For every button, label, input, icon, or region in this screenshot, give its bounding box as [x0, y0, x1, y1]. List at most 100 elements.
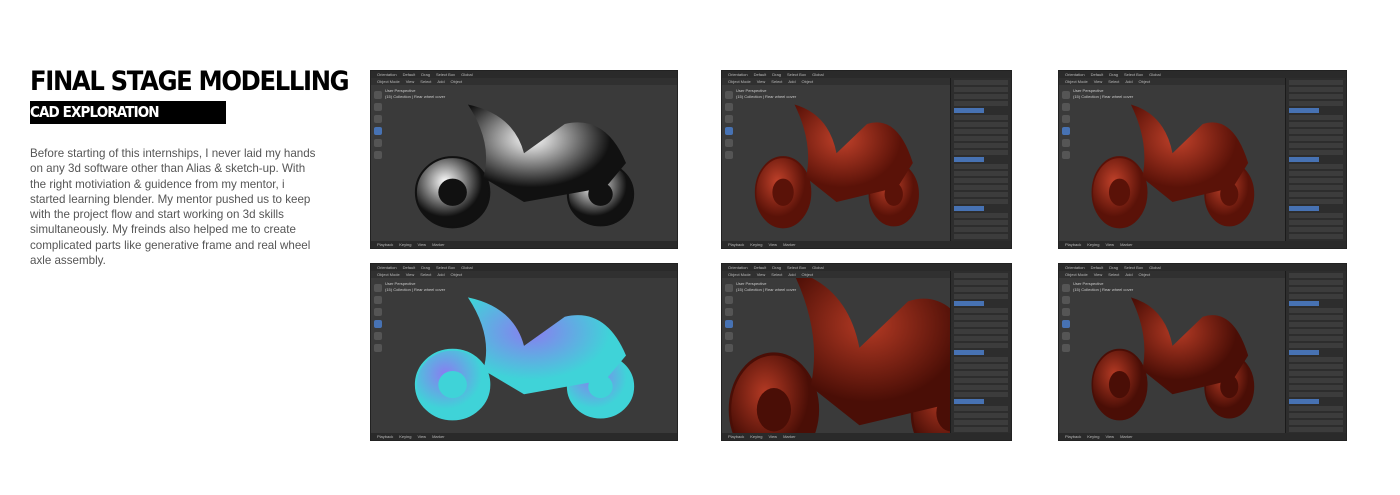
panel-row[interactable] [1289, 294, 1343, 299]
panel-row[interactable] [1289, 213, 1343, 218]
panel-row[interactable] [1289, 185, 1343, 190]
panel-row[interactable] [1289, 399, 1319, 404]
panel-row[interactable] [1289, 199, 1343, 204]
panel-row[interactable] [954, 94, 1008, 99]
panel-row[interactable] [954, 378, 1008, 383]
panel-row[interactable] [1289, 350, 1319, 355]
tool-icon[interactable] [374, 139, 382, 147]
panel-row[interactable] [1289, 357, 1343, 362]
tool-icon[interactable] [725, 332, 733, 340]
panel-row[interactable] [954, 427, 1008, 432]
panel-row[interactable] [954, 150, 1008, 155]
panel-row[interactable] [1289, 115, 1343, 120]
panel-row[interactable] [954, 164, 1008, 169]
panel-row[interactable] [954, 178, 1008, 183]
panel-row[interactable] [1289, 406, 1343, 411]
panel-row[interactable] [1289, 322, 1343, 327]
panel-row[interactable] [1289, 392, 1343, 397]
panel-row[interactable] [1289, 171, 1343, 176]
panel-row[interactable] [954, 308, 1008, 313]
tool-icon[interactable] [374, 296, 382, 304]
panel-row[interactable] [1289, 315, 1343, 320]
panel-row[interactable] [1289, 343, 1343, 348]
tool-icon[interactable] [725, 91, 733, 99]
panel-row[interactable] [954, 287, 1008, 292]
panel-row[interactable] [1289, 220, 1343, 225]
tool-icon[interactable] [374, 91, 382, 99]
panel-row[interactable] [954, 273, 1008, 278]
panel-row[interactable] [1289, 122, 1343, 127]
panel-row[interactable] [1289, 336, 1343, 341]
tool-icon[interactable] [374, 127, 382, 135]
panel-row[interactable] [1289, 108, 1319, 113]
panel-row[interactable] [954, 227, 1008, 232]
panel-row[interactable] [954, 336, 1008, 341]
panel-row[interactable] [1289, 280, 1343, 285]
panel-row[interactable] [954, 108, 984, 113]
panel-row[interactable] [954, 122, 1008, 127]
panel-row[interactable] [954, 220, 1008, 225]
panel-row[interactable] [954, 192, 1008, 197]
panel-row[interactable] [954, 199, 1008, 204]
tool-icon[interactable] [725, 139, 733, 147]
panel-row[interactable] [1289, 164, 1343, 169]
tool-icon[interactable] [1062, 139, 1070, 147]
panel-row[interactable] [954, 399, 984, 404]
tool-icon[interactable] [374, 284, 382, 292]
tool-icon[interactable] [374, 332, 382, 340]
panel-row[interactable] [1289, 143, 1343, 148]
panel-row[interactable] [954, 385, 1008, 390]
tool-icon[interactable] [1062, 344, 1070, 352]
panel-row[interactable] [954, 234, 1008, 239]
panel-row[interactable] [954, 157, 984, 162]
tool-icon[interactable] [1062, 103, 1070, 111]
panel-row[interactable] [954, 350, 984, 355]
panel-row[interactable] [1289, 420, 1343, 425]
panel-row[interactable] [954, 87, 1008, 92]
panel-row[interactable] [1289, 273, 1343, 278]
panel-row[interactable] [954, 301, 984, 306]
tool-icon[interactable] [374, 344, 382, 352]
tool-icon[interactable] [374, 103, 382, 111]
panel-row[interactable] [1289, 178, 1343, 183]
panel-row[interactable] [1289, 136, 1343, 141]
tool-icon[interactable] [374, 151, 382, 159]
panel-row[interactable] [1289, 308, 1343, 313]
panel-row[interactable] [954, 101, 1008, 106]
panel-row[interactable] [1289, 206, 1319, 211]
panel-row[interactable] [1289, 80, 1343, 85]
panel-row[interactable] [954, 392, 1008, 397]
tool-icon[interactable] [374, 115, 382, 123]
tool-icon[interactable] [1062, 151, 1070, 159]
panel-row[interactable] [954, 213, 1008, 218]
tool-icon[interactable] [1062, 320, 1070, 328]
panel-row[interactable] [954, 136, 1008, 141]
tool-icon[interactable] [725, 127, 733, 135]
panel-row[interactable] [954, 371, 1008, 376]
panel-row[interactable] [1289, 150, 1343, 155]
panel-row[interactable] [954, 206, 984, 211]
panel-row[interactable] [954, 420, 1008, 425]
panel-row[interactable] [1289, 385, 1343, 390]
panel-row[interactable] [1289, 301, 1319, 306]
panel-row[interactable] [954, 357, 1008, 362]
tool-icon[interactable] [1062, 284, 1070, 292]
tool-icon[interactable] [725, 308, 733, 316]
panel-row[interactable] [1289, 157, 1319, 162]
panel-row[interactable] [1289, 192, 1343, 197]
panel-row[interactable] [954, 413, 1008, 418]
panel-row[interactable] [1289, 364, 1343, 369]
tool-icon[interactable] [725, 284, 733, 292]
panel-row[interactable] [954, 315, 1008, 320]
panel-row[interactable] [1289, 413, 1343, 418]
panel-row[interactable] [1289, 94, 1343, 99]
tool-icon[interactable] [374, 308, 382, 316]
panel-row[interactable] [954, 406, 1008, 411]
panel-row[interactable] [954, 343, 1008, 348]
panel-row[interactable] [954, 329, 1008, 334]
tool-icon[interactable] [725, 115, 733, 123]
panel-row[interactable] [954, 294, 1008, 299]
panel-row[interactable] [954, 171, 1008, 176]
panel-row[interactable] [1289, 378, 1343, 383]
panel-row[interactable] [1289, 287, 1343, 292]
